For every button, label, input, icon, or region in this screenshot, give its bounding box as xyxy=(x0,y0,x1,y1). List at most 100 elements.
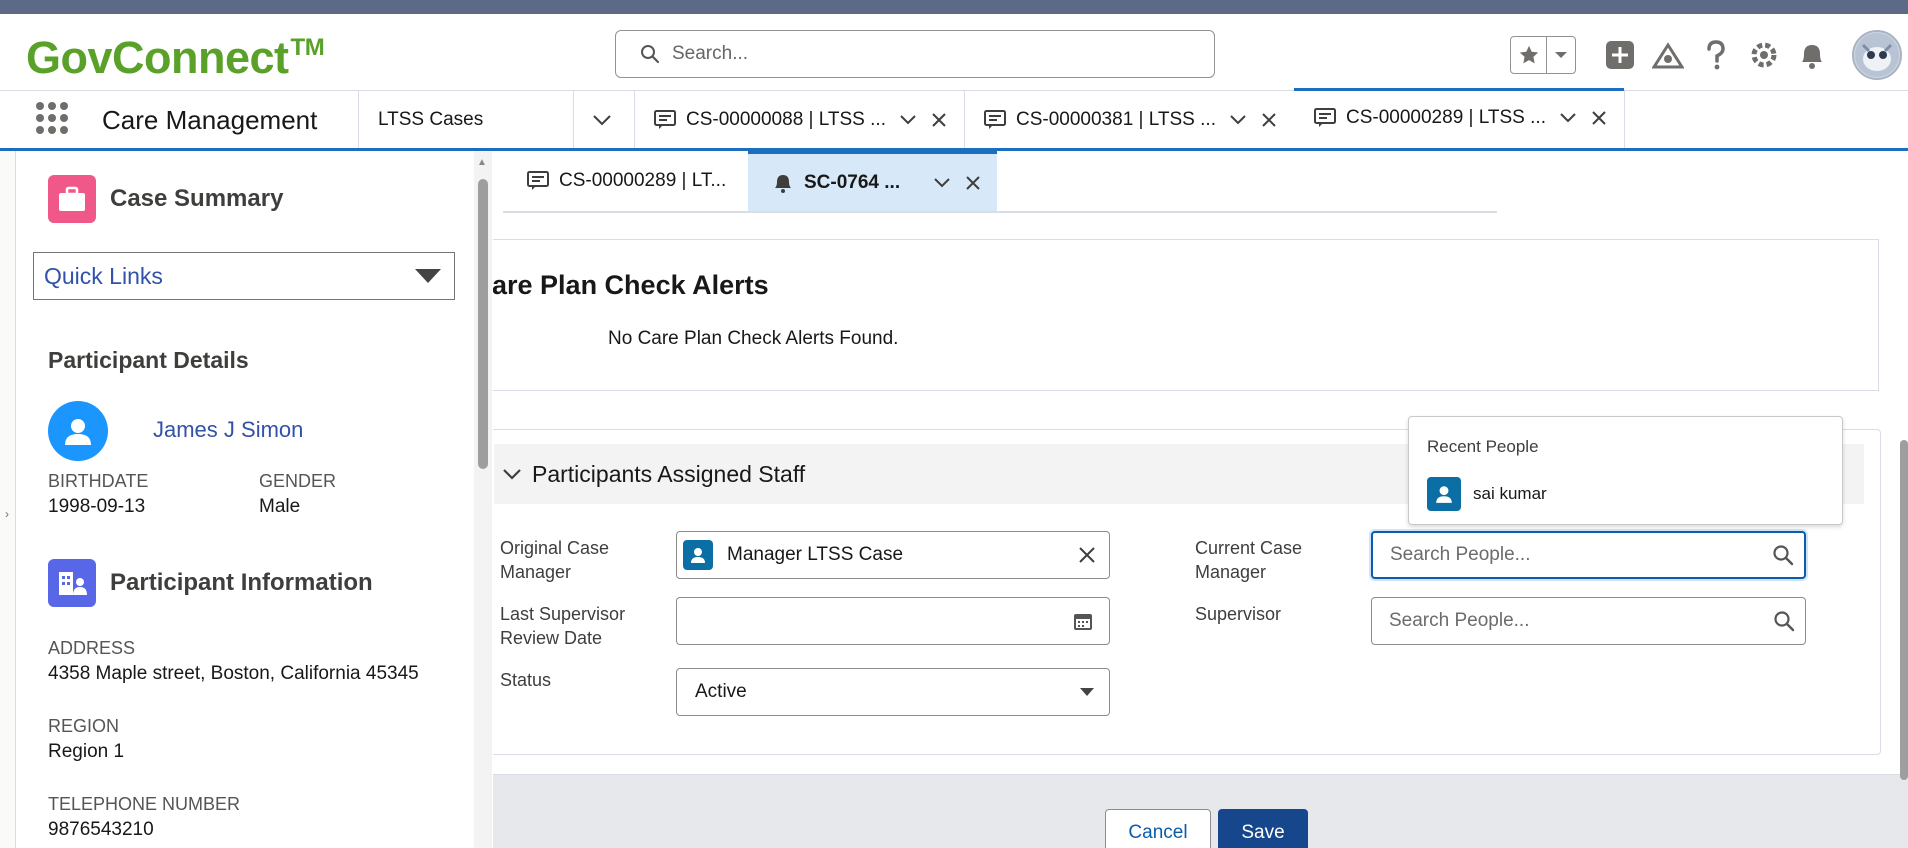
subtab-label: CS-00000289 | LT... xyxy=(559,170,727,191)
global-search[interactable] xyxy=(615,30,1215,78)
region-value: Region 1 xyxy=(48,741,125,762)
current-case-manager-field[interactable] xyxy=(1371,531,1806,579)
tab-cs-00000289[interactable]: CS-00000289 | LTSS ... xyxy=(1294,88,1624,148)
nav-divider xyxy=(1624,91,1625,148)
clear-icon[interactable] xyxy=(1079,547,1095,563)
case-icon xyxy=(984,109,1006,129)
dropdown-triangle-icon xyxy=(415,269,441,283)
calendar-icon[interactable] xyxy=(1073,611,1093,631)
participant-info-title: Participant Information xyxy=(110,569,373,596)
quick-links-label: Quick Links xyxy=(44,262,163,289)
chevron-down-icon[interactable] xyxy=(502,468,522,480)
case-summary-header: Case Summary xyxy=(48,175,283,223)
search-icon xyxy=(1774,611,1795,632)
address-label: ADDRESS xyxy=(48,638,136,658)
address-value: 4358 Maple street, Boston, California 45… xyxy=(48,663,419,684)
current-case-manager-input[interactable] xyxy=(1390,544,1760,566)
case-icon xyxy=(1314,108,1336,127)
recent-people-dropdown: Recent People sai kumar xyxy=(1408,416,1843,525)
close-icon[interactable] xyxy=(1262,112,1276,127)
app-launcher-icon[interactable] xyxy=(36,102,68,134)
setup-gear-icon[interactable] xyxy=(1748,39,1780,71)
close-icon[interactable] xyxy=(966,175,980,190)
nav-divider xyxy=(573,91,574,148)
status-select[interactable]: Active xyxy=(676,668,1110,716)
recent-person-option[interactable]: sai kumar xyxy=(1427,477,1547,511)
nav-divider xyxy=(358,91,359,148)
status-value: Active xyxy=(695,681,747,702)
logo-mark: TM xyxy=(290,34,325,61)
bell-icon xyxy=(775,174,791,193)
save-button[interactable]: Save xyxy=(1218,809,1308,848)
original-case-manager-value: Manager LTSS Case xyxy=(727,544,904,565)
chevron-down-icon[interactable] xyxy=(1560,113,1576,123)
form-footer: Cancel Save xyxy=(493,774,1908,848)
original-case-manager-label: Original Case Manager xyxy=(500,538,610,582)
alerts-empty-message: No Care Plan Check Alerts Found. xyxy=(608,328,899,349)
chevron-down-icon[interactable] xyxy=(900,114,916,125)
bell-icon[interactable] xyxy=(1796,39,1828,71)
close-icon[interactable] xyxy=(932,112,946,127)
subtab-underline xyxy=(503,211,1497,213)
global-header: GovConnectTM xyxy=(0,14,1908,91)
supervisor-field[interactable] xyxy=(1371,597,1806,645)
tab-label: CS-00000088 | LTSS ... xyxy=(686,108,886,130)
recent-people-heading: Recent People xyxy=(1427,437,1539,456)
expand-arrow-icon[interactable]: › xyxy=(5,507,9,521)
app-logo[interactable]: GovConnectTM xyxy=(26,32,325,84)
scroll-up-arrow-icon[interactable]: ▲ xyxy=(477,157,487,168)
add-icon[interactable] xyxy=(1604,39,1636,71)
briefcase-icon xyxy=(48,175,96,223)
utility-rail[interactable]: › xyxy=(0,151,16,848)
search-icon xyxy=(641,45,660,64)
gender-value: Male xyxy=(259,496,301,517)
person-icon xyxy=(1427,477,1461,511)
header-icons xyxy=(1510,30,1902,80)
last-review-date-field[interactable] xyxy=(676,597,1110,645)
subtab-cs-00000289[interactable]: CS-00000289 | LT... xyxy=(503,151,743,211)
tab-cs-00000381[interactable]: CS-00000381 | LTSS ... xyxy=(964,91,1294,148)
cancel-button[interactable]: Cancel xyxy=(1105,809,1211,848)
search-icon xyxy=(1773,545,1794,566)
chevron-down-icon xyxy=(593,114,611,125)
chevron-down-icon[interactable] xyxy=(1230,114,1246,125)
top-strip xyxy=(0,0,1908,14)
logo-text: GovConnect xyxy=(26,32,289,83)
search-input[interactable] xyxy=(672,43,1192,65)
recent-person-name: sai kumar xyxy=(1473,484,1547,503)
tab-label: CS-00000289 | LTSS ... xyxy=(1346,107,1546,128)
supervisor-input[interactable] xyxy=(1389,610,1759,632)
avatar[interactable] xyxy=(1852,30,1902,80)
last-review-date-label: Last Supervisor Review Date xyxy=(500,604,626,648)
original-case-manager-field[interactable]: Manager LTSS Case xyxy=(676,531,1110,579)
telephone-value: 9876543210 xyxy=(48,819,154,840)
telephone-label: TELEPHONE NUMBER xyxy=(48,794,241,814)
help-icon[interactable] xyxy=(1700,39,1732,71)
status-label: Status xyxy=(500,670,552,690)
subtab-sc-0764[interactable]: SC-0764 ... xyxy=(748,151,997,211)
tab-cs-00000088[interactable]: CS-00000088 | LTSS ... xyxy=(634,91,964,148)
nav-object-dropdown[interactable] xyxy=(592,91,612,148)
person-icon xyxy=(683,540,713,570)
record-main-area: CS-00000289 | LT... SC-0764 ... are Plan… xyxy=(493,151,1908,848)
navigation-bar: Care Management LTSS Cases CS-00000088 |… xyxy=(0,88,1908,151)
chevron-down-icon[interactable] xyxy=(1547,37,1575,73)
birthdate-label: BIRTHDATE xyxy=(48,471,149,491)
person-avatar-icon xyxy=(48,401,108,461)
close-icon[interactable] xyxy=(1592,111,1606,125)
alerts-title: are Plan Check Alerts xyxy=(493,270,769,300)
region-label: REGION xyxy=(48,716,120,736)
chevron-down-icon[interactable] xyxy=(934,177,950,188)
star-icon[interactable] xyxy=(1511,37,1547,73)
sidebar-scrollbar[interactable]: ▲ xyxy=(474,151,492,848)
main-scroll-thumb[interactable] xyxy=(1900,440,1908,780)
app-name: Care Management xyxy=(102,105,318,135)
tab-label: CS-00000381 | LTSS ... xyxy=(1016,108,1216,130)
subtab-label: SC-0764 ... xyxy=(804,171,901,193)
quick-links-select[interactable]: Quick Links xyxy=(33,252,455,300)
nav-object-tab[interactable]: LTSS Cases xyxy=(378,91,483,148)
sidebar-scroll-thumb[interactable] xyxy=(478,179,488,469)
case-summary-panel: › Case Summary Quick Links Participant D… xyxy=(0,151,492,848)
participant-name-link[interactable]: James J Simon xyxy=(153,417,303,443)
trailhead-icon[interactable] xyxy=(1652,39,1684,71)
